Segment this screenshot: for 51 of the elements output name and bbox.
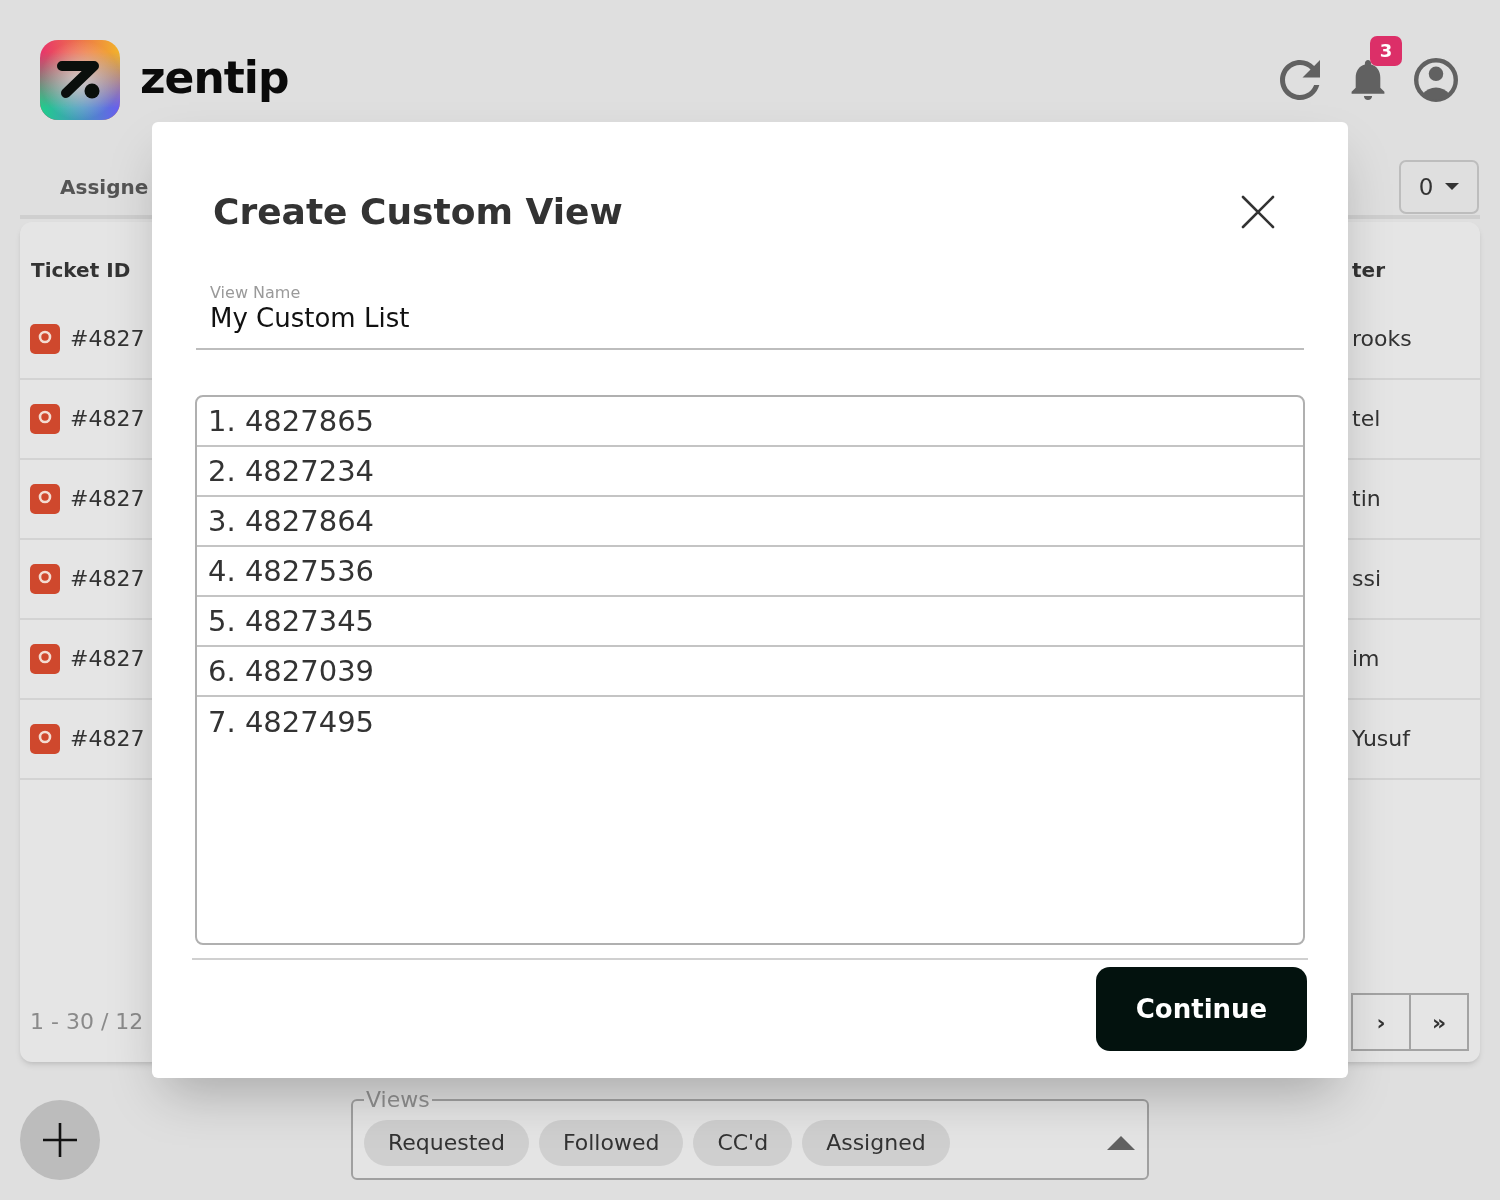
view-name-field[interactable]: My Custom List (196, 303, 1304, 350)
table-cell-text: Yusuf (1352, 725, 1412, 753)
caret-down-icon (1445, 183, 1460, 191)
table-cell-text: #4827 (70, 565, 145, 593)
tab[interactable]: Assigne (60, 173, 149, 201)
ticket-id-line: 6. 4827039 (208, 653, 375, 689)
ticket-id-line: 2. 4827234 (208, 453, 375, 489)
table-cell-text: im (1352, 645, 1381, 673)
status-icon (30, 644, 60, 674)
status-icon (30, 484, 60, 514)
view-chip[interactable]: CC'd (693, 1120, 793, 1166)
table-cell-text: tel (1352, 405, 1382, 433)
field-label: View Name (210, 283, 302, 303)
status-icon (30, 564, 60, 594)
status-icon (30, 404, 60, 434)
table-cell-text: rooks (1352, 325, 1413, 353)
table-cell-text: #4827 (70, 325, 145, 353)
next-page-button[interactable]: › (1351, 993, 1411, 1051)
view-chip[interactable]: Requested (364, 1120, 529, 1166)
status-icon (30, 724, 60, 754)
last-page-button[interactable]: » (1409, 993, 1469, 1051)
field-label: Views (365, 1088, 431, 1112)
table-cell-text: tin (1352, 485, 1382, 513)
view-chip[interactable]: Followed (538, 1120, 684, 1166)
continue-button[interactable]: Continue (1096, 967, 1307, 1051)
column-header: ter (1352, 257, 1386, 284)
refresh-icon[interactable] (1280, 60, 1320, 100)
view-chip[interactable]: Assigned (802, 1120, 950, 1166)
close-icon[interactable] (1241, 195, 1275, 229)
status-icon (30, 324, 60, 354)
plus-icon (43, 1123, 77, 1157)
ticket-list-field[interactable]: 1. 4827865 2. 4827234 3. 4827864 4. 4827536 5. 4827345 6. 4827039 7. 4827495 (195, 395, 1305, 945)
brand-name: zentip (140, 51, 289, 105)
table-cell-text: #4827 (70, 485, 145, 513)
table-cell-text: #4827 (70, 725, 145, 753)
page-range: 1 - 30 / 12 (30, 1008, 144, 1036)
ticket-id-line: 3. 4827864 (208, 503, 375, 539)
column-header: Ticket ID (31, 257, 131, 284)
dialog-title: Create Custom View (213, 190, 623, 234)
notification-badge: 3 (1370, 36, 1402, 66)
table-cell-text: #4827 (70, 645, 145, 673)
account-icon[interactable] (1414, 58, 1458, 102)
ticket-id-line: 4. 4827536 (208, 553, 375, 589)
views-field[interactable]: Views Requested Followed CC'd Assigned (351, 1088, 1149, 1180)
ticket-id-line: 1. 4827865 (208, 403, 375, 439)
ticket-id-line: 5. 4827345 (208, 603, 375, 639)
ticket-id-line: 7. 4827495 (208, 704, 375, 740)
logo-icon (40, 40, 120, 120)
table-cell-text: #4827 (70, 405, 145, 433)
caret-up-icon[interactable] (1107, 1136, 1135, 1150)
table-cell-text: ssi (1352, 565, 1383, 593)
